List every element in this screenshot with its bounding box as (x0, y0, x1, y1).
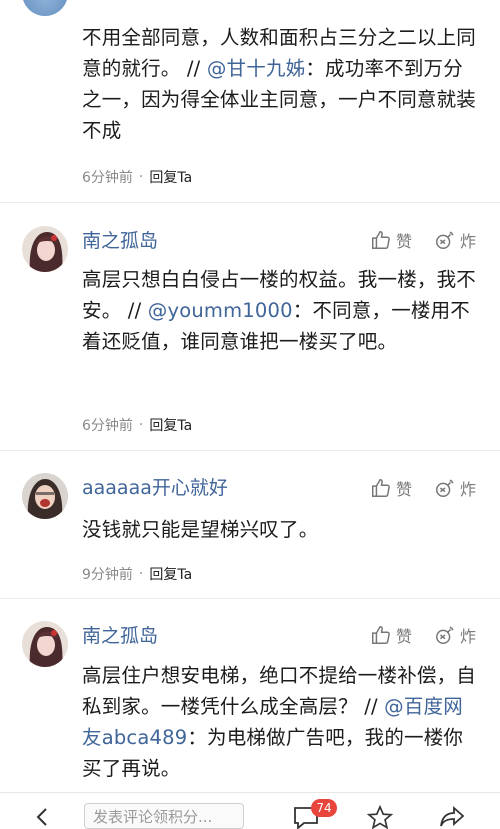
bomb-icon (436, 479, 454, 497)
bomb-icon (436, 231, 454, 249)
comment-actions: 赞 炸 (370, 476, 476, 500)
bomb-button[interactable]: 炸 (434, 228, 476, 252)
bomb-icon (436, 626, 454, 644)
avatar[interactable] (22, 621, 68, 667)
reply-button[interactable]: 回复Ta (149, 415, 192, 435)
mention-link[interactable]: @甘十九姊 (207, 57, 306, 80)
thumbs-up-icon (371, 626, 390, 644)
like-button[interactable]: 赞 (370, 623, 412, 647)
timestamp: 6分钟前 (82, 418, 133, 434)
dot-separator: · (138, 169, 144, 185)
dot-separator: · (138, 417, 144, 433)
bomb-button[interactable]: 炸 (434, 623, 476, 647)
comment-text: 没钱就只能是望梯兴叹了。 (82, 518, 319, 541)
username[interactable]: 南之孤岛 (82, 624, 158, 648)
comment-meta: 9分钟前 · 回复Ta (82, 564, 192, 584)
bomb-label: 炸 (459, 480, 476, 499)
like-label: 赞 (395, 232, 412, 251)
like-button[interactable]: 赞 (370, 228, 412, 252)
comment-text: 高层只想白白侵占一楼的权益。我一楼，我不安。 // @youmm1000：不同意… (82, 268, 477, 353)
back-icon[interactable] (34, 807, 50, 827)
reply-button[interactable]: 回复Ta (149, 564, 192, 584)
star-icon[interactable] (366, 805, 394, 829)
comment-meta: 6分钟前 · 回复Ta (82, 167, 192, 187)
like-button[interactable]: 赞 (370, 476, 412, 500)
comment-text: 不用全部同意，人数和面积占三分之二以上同意的就行。 // @甘十九姊：成功率不到… (82, 26, 477, 142)
bomb-label: 炸 (459, 627, 476, 646)
mention-link[interactable]: @youmm1000 (148, 299, 293, 322)
bomb-label: 炸 (459, 232, 476, 251)
bomb-button[interactable]: 炸 (434, 476, 476, 500)
thumbs-up-icon (371, 231, 390, 249)
comment-actions: 赞 炸 (370, 623, 476, 647)
avatar[interactable] (22, 0, 68, 16)
comment-count-badge: 74 (311, 799, 337, 817)
reply-button[interactable]: 回复Ta (149, 167, 192, 187)
bottom-bar: 发表评论领积分... 74 (0, 792, 500, 829)
share-icon[interactable] (438, 805, 466, 829)
avatar[interactable] (22, 473, 68, 519)
username[interactable]: 南之孤岛 (82, 229, 158, 253)
divider (0, 450, 500, 451)
comment-text: 高层住户想安电梯，绝口不提给一楼补偿，自私到家。一楼凭什么成全高层？ // @百… (82, 664, 477, 780)
dot-separator: · (138, 566, 144, 582)
divider (0, 202, 500, 203)
timestamp: 6分钟前 (82, 170, 133, 186)
comment-actions: 赞 炸 (370, 228, 476, 252)
like-label: 赞 (395, 627, 412, 646)
divider (0, 598, 500, 599)
comment-input[interactable]: 发表评论领积分... (84, 803, 244, 829)
avatar[interactable] (22, 226, 68, 272)
comment-meta: 6分钟前 · 回复Ta (82, 415, 192, 435)
timestamp: 9分钟前 (82, 567, 133, 583)
like-label: 赞 (395, 480, 412, 499)
thumbs-up-icon (371, 479, 390, 497)
username[interactable]: aaaaaa开心就好 (82, 476, 228, 500)
